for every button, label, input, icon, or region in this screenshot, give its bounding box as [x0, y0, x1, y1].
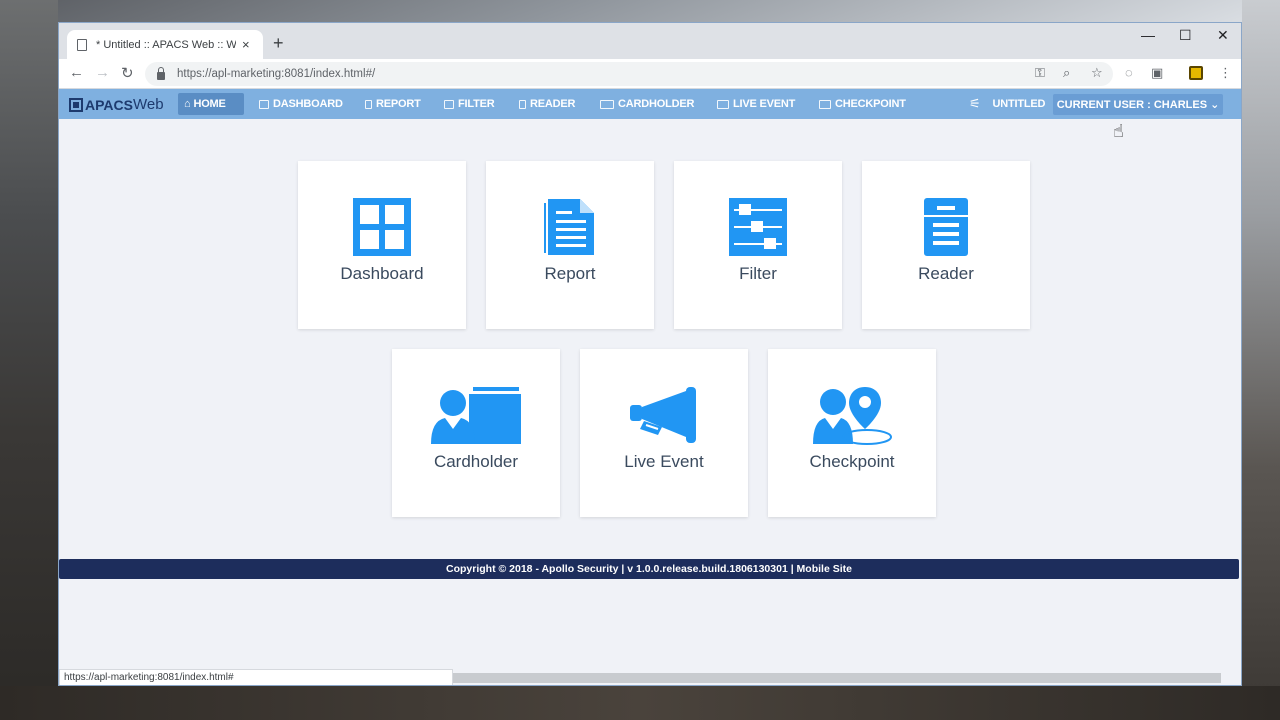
sliders-icon: ⚟ [969, 96, 981, 111]
nav-cardholder[interactable]: CARDHOLDER [594, 93, 700, 115]
logo-mark-icon [69, 97, 83, 112]
nav-home-label: HOME [193, 98, 226, 110]
checkpoint-icon [819, 99, 831, 109]
address-bar[interactable]: https://apl-marketing:8081/index.html#/ [145, 62, 1113, 86]
tile-cardholder-label: Cardholder [433, 452, 519, 471]
report-icon [544, 199, 594, 255]
hand-cursor-icon: ☝ [1113, 121, 1124, 141]
current-user-button[interactable]: CURRENT USER : CHARLES ⌄ [1053, 94, 1223, 115]
nav-dashboard[interactable]: DASHBOARD [253, 93, 349, 115]
nav-reader[interactable]: READER [513, 93, 581, 115]
browser-window: * Untitled :: APACS Web :: Welcome × + —… [58, 22, 1242, 686]
untitled-layout-menu[interactable]: ⚟ UNTITLED [963, 93, 1051, 115]
reload-icon[interactable]: ↻ [121, 64, 134, 82]
tile-reader-label: Reader [918, 264, 974, 283]
nav-live-event-label: LIVE EVENT [733, 98, 796, 110]
nav-home[interactable]: ⌂ HOME [178, 93, 244, 115]
nav-checkpoint[interactable]: CHECKPOINT [813, 93, 912, 115]
cast-icon[interactable]: ▣ [1151, 65, 1163, 81]
desktop-background-bottom [0, 686, 1280, 720]
reader-icon [924, 198, 968, 256]
lock-icon [157, 67, 165, 80]
bookmark-star-icon[interactable]: ☆ [1091, 65, 1103, 81]
untitled-label: UNTITLED [992, 98, 1046, 110]
desktop-background-right [1242, 0, 1280, 720]
nav-filter-label: FILTER [458, 98, 495, 110]
live-event-icon [717, 99, 729, 109]
nav-report-label: REPORT [376, 98, 421, 110]
extension-icon[interactable] [1189, 66, 1203, 80]
horizontal-scrollbar[interactable] [453, 673, 1221, 683]
tab-strip: * Untitled :: APACS Web :: Welcome × + —… [59, 23, 1241, 59]
url-text: https://apl-marketing:8081/index.html#/ [177, 68, 376, 80]
app-navbar: APACS Web ⌂ HOME DASHBOARD REPORT FILTER… [59, 89, 1241, 119]
tile-dashboard[interactable]: Dashboard [298, 161, 466, 329]
tile-live-event-label: Live Event [624, 452, 704, 471]
app-footer: Copyright © 2018 - Apollo Security | v 1… [59, 559, 1239, 579]
close-window-button[interactable]: ✕ [1217, 27, 1229, 44]
apacs-logo[interactable]: APACS Web [69, 96, 164, 113]
tile-report-label: Report [544, 264, 596, 283]
extension-circle-icon[interactable]: ◌ [1125, 65, 1133, 80]
forward-arrow-icon[interactable]: → [95, 64, 110, 81]
browser-toolbar: ← → ↻ https://apl-marketing:8081/index.h… [59, 59, 1241, 89]
tile-filter-label: Filter [739, 264, 777, 283]
logo-brand: APACS [85, 96, 133, 113]
minimize-button[interactable]: — [1141, 27, 1155, 43]
back-arrow-icon[interactable]: ← [69, 64, 84, 81]
home-icon: ⌂ [184, 98, 191, 110]
footer-text: Copyright © 2018 - Apollo Security | v 1… [446, 563, 852, 575]
tile-cardholder[interactable]: Cardholder [392, 349, 560, 517]
nav-reader-label: READER [530, 98, 576, 110]
zoom-icon[interactable]: ⌕ [1063, 65, 1070, 81]
tab-title: * Untitled :: APACS Web :: Welcome [96, 38, 236, 51]
nav-filter[interactable]: FILTER [438, 93, 500, 115]
filter-icon [729, 198, 787, 256]
tile-reader[interactable]: Reader [862, 161, 1030, 329]
dashboard-icon [353, 198, 411, 256]
status-bar-url: https://apl-marketing:8081/index.html# [59, 669, 453, 685]
tile-checkpoint[interactable]: Checkpoint [768, 349, 936, 517]
nav-checkpoint-label: CHECKPOINT [835, 98, 906, 110]
tab-close-icon[interactable]: × [242, 37, 250, 52]
page-icon [77, 38, 87, 51]
nav-live-event[interactable]: LIVE EVENT [711, 93, 801, 115]
nav-cardholder-label: CARDHOLDER [618, 98, 695, 110]
tile-report[interactable]: Report [486, 161, 654, 329]
live-event-icon [630, 387, 696, 443]
report-icon [365, 99, 372, 109]
reader-icon [519, 99, 526, 109]
key-icon[interactable]: ⚿ [1035, 65, 1045, 81]
tile-filter[interactable]: Filter [674, 161, 842, 329]
home-tiles: Dashboard Report Filter Reader Cardholde… [59, 119, 1241, 559]
tile-dashboard-label: Dashboard [340, 264, 424, 283]
desktop-background [0, 0, 58, 720]
tile-checkpoint-label: Checkpoint [809, 452, 895, 471]
logo-suffix: Web [132, 96, 164, 113]
nav-report[interactable]: REPORT [359, 93, 427, 115]
menu-dots-icon[interactable]: ⋮ [1219, 65, 1232, 81]
cardholder-icon [600, 99, 614, 109]
cardholder-icon [431, 387, 521, 444]
new-tab-button[interactable]: + [273, 33, 284, 54]
tile-live-event[interactable]: Live Event [580, 349, 748, 517]
filter-icon [444, 99, 454, 109]
checkpoint-icon [813, 387, 892, 445]
dashboard-icon [259, 99, 269, 109]
browser-tab[interactable]: * Untitled :: APACS Web :: Welcome × [67, 30, 263, 59]
nav-dashboard-label: DASHBOARD [273, 98, 343, 110]
maximize-button[interactable]: ☐ [1179, 27, 1192, 44]
